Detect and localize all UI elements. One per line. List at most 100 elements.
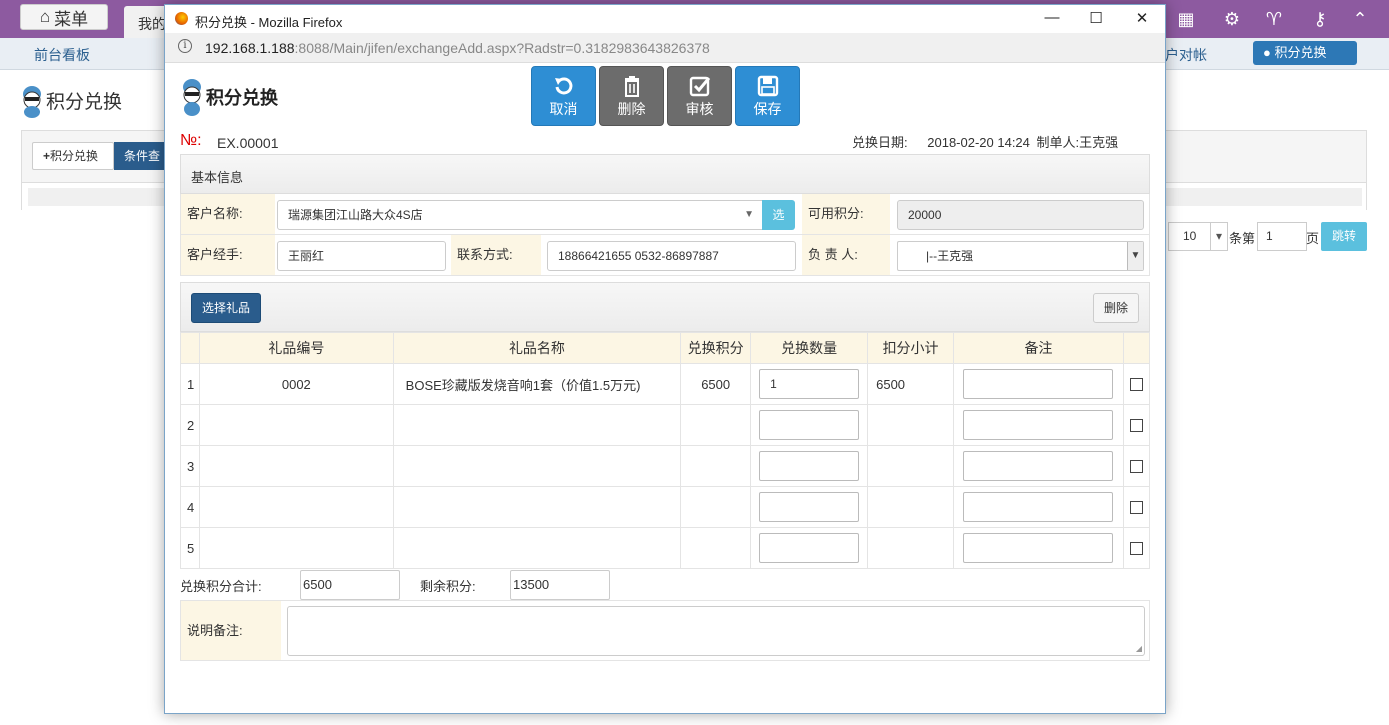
col-quantity: 兑换数量: [750, 332, 869, 364]
qty-cell: [750, 445, 869, 487]
delete-button[interactable]: 删除: [599, 66, 664, 126]
remark-input[interactable]: [963, 451, 1114, 481]
doc-meta: 兑换日期: 2018-02-20 14:24 制单人:王克强: [852, 132, 1118, 151]
jump-button[interactable]: 跳转: [1321, 222, 1367, 251]
gift-name: BOSE珍藏版发烧音响1套（价值1.5万元): [392, 363, 682, 405]
remark-input[interactable]: [963, 533, 1114, 563]
remark-cell: [953, 363, 1124, 405]
approve-label: 审核: [685, 101, 714, 117]
col-gift-code: 礼品编号: [198, 332, 394, 364]
customer-select[interactable]: 瑞源集团江山路大众4S店 ▼: [277, 200, 763, 230]
available-points-label: 可用积分:: [802, 194, 890, 234]
save-button[interactable]: 保存: [735, 66, 800, 126]
basic-info-header: 基本信息: [180, 154, 1150, 194]
gift-code: [198, 527, 394, 569]
gift-code: 0002: [198, 363, 394, 405]
gear-icon[interactable]: ⚙: [1221, 8, 1243, 30]
checkbox-cell: [1122, 363, 1151, 405]
note-textarea[interactable]: ◢: [287, 606, 1145, 656]
checkbox-cell: [1122, 445, 1151, 487]
handler-label: 客户经手:: [181, 235, 275, 275]
gift-table: 礼品编号 礼品名称 兑换积分 兑换数量 扣分小计 备注 1 0002 BOSE珍…: [180, 332, 1151, 569]
home-icon: ⌂: [39, 7, 51, 26]
checkbox-cell: [1122, 404, 1151, 446]
doc-number-label: №:: [180, 132, 202, 149]
select-gift-button[interactable]: 选择礼品: [191, 293, 261, 323]
remark-input[interactable]: [963, 492, 1114, 522]
resize-grip-icon[interactable]: ◢: [1136, 644, 1142, 653]
quantity-input[interactable]: [759, 410, 860, 440]
owner-select[interactable]: |--王克强 ▼: [897, 241, 1144, 271]
gift-points: 6500: [680, 363, 752, 405]
gift-toolbar: 选择礼品 删除: [180, 282, 1150, 332]
chevron-down-icon: ▼: [1127, 242, 1143, 270]
col-remark: 备注: [953, 332, 1124, 364]
nav-item-dashboard[interactable]: 前台看板: [34, 45, 90, 65]
nav-item-points-exchange[interactable]: ● 积分兑换: [1253, 41, 1357, 65]
chevron-up-icon[interactable]: ⌃: [1349, 8, 1371, 30]
col-select: [1122, 332, 1151, 364]
row-checkbox[interactable]: [1129, 541, 1143, 555]
firefox-popup-window: 积分兑换 - Mozilla Firefox — ☐ ✕ i 192.168.1…: [164, 4, 1166, 714]
delete-row-button[interactable]: 删除: [1093, 293, 1139, 323]
row-checkbox[interactable]: [1129, 418, 1143, 432]
customer-label: 客户名称:: [181, 194, 275, 234]
key-icon[interactable]: ⚷: [1309, 8, 1331, 30]
remark-cell: [953, 527, 1124, 569]
remark-cell: [953, 486, 1124, 528]
pager-page-label: 页: [1306, 231, 1320, 246]
quantity-input[interactable]: [759, 451, 860, 481]
floppy-icon: [757, 75, 778, 97]
total-points-field[interactable]: 6500: [300, 570, 400, 600]
shirt-icon[interactable]: ♈: [1263, 8, 1285, 30]
add-exchange-button[interactable]: +积分兑换: [32, 142, 114, 170]
page-title: 积分兑换: [46, 92, 123, 113]
checkbox-cell: [1122, 527, 1151, 569]
gift-name: [392, 486, 682, 528]
approve-button[interactable]: 审核: [667, 66, 732, 126]
contact-field[interactable]: 18866421655 0532-86897887: [547, 241, 796, 271]
maximize-icon[interactable]: ☐: [1081, 9, 1111, 29]
nav-active-label: 积分兑换: [1274, 45, 1327, 60]
table-row: 2: [180, 404, 1151, 446]
handler-field[interactable]: 王丽红: [277, 241, 446, 271]
note-row: 说明备注: ◢: [180, 600, 1150, 661]
query-button[interactable]: 条件查: [114, 142, 166, 170]
owner-value: |--王克强: [926, 249, 974, 263]
minimize-icon[interactable]: —: [1037, 9, 1067, 29]
col-points: 兑换积分: [680, 332, 752, 364]
remaining-points-field[interactable]: 13500: [510, 570, 610, 600]
quantity-input[interactable]: 1: [759, 369, 860, 399]
url-bar[interactable]: i 192.168.1.188:8088/Main/jifen/exchange…: [165, 33, 1165, 63]
nav-item-reconcile[interactable]: 户对帐: [1165, 45, 1207, 65]
remark-cell: [953, 404, 1124, 446]
row-index: 3: [180, 445, 200, 487]
remark-input[interactable]: [963, 369, 1114, 399]
quantity-input[interactable]: [759, 533, 860, 563]
menu-button[interactable]: ⌂ 菜单: [20, 4, 108, 30]
cancel-button[interactable]: 取消: [531, 66, 596, 126]
table-row: 4: [180, 486, 1151, 528]
row-index: 2: [180, 404, 200, 446]
note-label: 说明备注:: [181, 601, 281, 660]
subtotal: 6500: [867, 363, 955, 405]
remark-input[interactable]: [963, 410, 1114, 440]
row-checkbox[interactable]: [1129, 377, 1143, 391]
close-icon[interactable]: ✕: [1127, 9, 1157, 29]
dashboard-icon[interactable]: ▦: [1175, 8, 1197, 30]
qty-cell: [750, 486, 869, 528]
info-icon[interactable]: i: [178, 39, 192, 53]
row-checkbox[interactable]: [1129, 459, 1143, 473]
owner-label: 负 责 人:: [802, 235, 890, 275]
quantity-input[interactable]: [759, 492, 860, 522]
url-text[interactable]: 192.168.1.188:8088/Main/jifen/exchangeAd…: [205, 40, 710, 56]
row-checkbox[interactable]: [1129, 500, 1143, 514]
pick-customer-button[interactable]: 选: [762, 200, 795, 230]
gift-name: [392, 527, 682, 569]
creator-value: 王克强: [1079, 135, 1119, 150]
page-number-input[interactable]: 1: [1257, 222, 1307, 251]
contact-row: 客户经手: 王丽红 联系方式: 18866421655 0532-8689788…: [180, 235, 1150, 276]
form-title: 积分兑换: [206, 88, 278, 108]
page-size-select[interactable]: 10: [1168, 222, 1228, 251]
gift-points: [680, 445, 752, 487]
